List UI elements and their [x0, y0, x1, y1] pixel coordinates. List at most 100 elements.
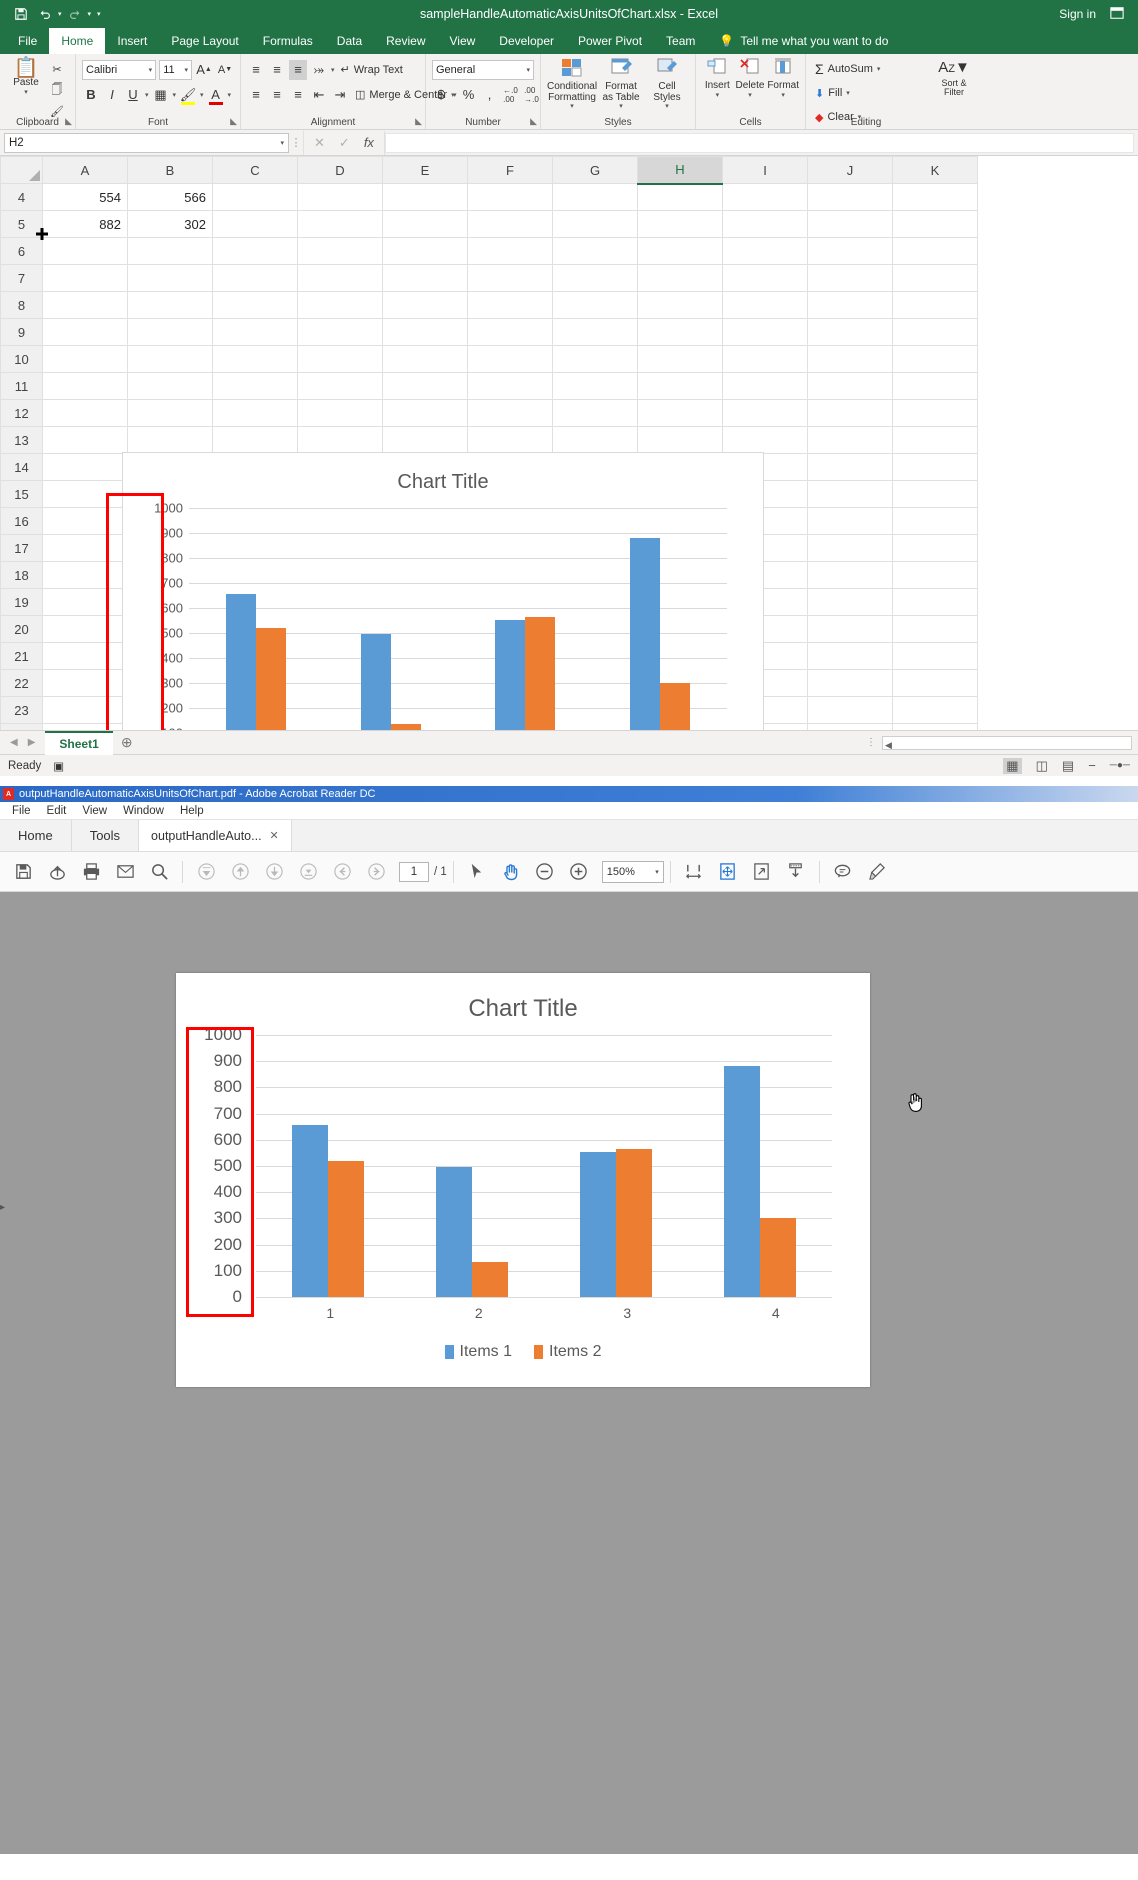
cell-k21[interactable] — [893, 643, 978, 670]
menu-help[interactable]: Help — [172, 805, 212, 817]
cell-b9[interactable] — [128, 319, 213, 346]
hand-tool-icon[interactable] — [494, 857, 528, 887]
page-layout-view-icon[interactable]: ◫ — [1036, 758, 1048, 774]
increase-font-size-icon[interactable]: A▲ — [195, 60, 213, 80]
conditional-formatting-dropdown-icon[interactable]: ▾ — [570, 103, 574, 110]
cell-h10[interactable] — [638, 346, 723, 373]
fit-width-icon[interactable] — [677, 857, 711, 887]
cell-g13[interactable] — [553, 427, 638, 454]
sheet-tab-sheet1[interactable]: Sheet1 — [45, 731, 112, 755]
save-icon[interactable] — [10, 3, 32, 25]
menu-edit[interactable]: Edit — [39, 805, 75, 817]
format-as-table-button[interactable]: Format as Table ▾ — [599, 57, 643, 110]
legend-item[interactable]: Items 2 — [534, 1343, 601, 1361]
row-header-19[interactable]: 19 — [1, 589, 43, 616]
column-header-g[interactable]: G — [553, 157, 638, 184]
cell-f7[interactable] — [468, 265, 553, 292]
comment-icon[interactable] — [826, 857, 860, 887]
increase-indent-icon[interactable]: ⇥ — [331, 85, 349, 105]
cell-e7[interactable] — [383, 265, 468, 292]
cell-k13[interactable] — [893, 427, 978, 454]
bar-items-1-2[interactable] — [436, 1167, 472, 1297]
cell-h8[interactable] — [638, 292, 723, 319]
zoom-slider[interactable]: ─●─ — [1110, 760, 1130, 771]
currency-icon[interactable]: $ — [432, 85, 450, 105]
cell-d5[interactable] — [298, 211, 383, 238]
column-header-h[interactable]: H — [638, 157, 723, 184]
row-header-17[interactable]: 17 — [1, 535, 43, 562]
cell-j23[interactable] — [808, 697, 893, 724]
cell-e8[interactable] — [383, 292, 468, 319]
cell-a16[interactable] — [43, 508, 128, 535]
borders-dropdown-icon[interactable]: ▾ — [173, 91, 177, 99]
chevron-down-icon[interactable]: ▾ — [280, 139, 284, 147]
scroll-mode-icon[interactable] — [779, 857, 813, 887]
font-dialog-launcher[interactable]: ◣ — [230, 116, 237, 127]
ribbon-tab-file[interactable]: File — [6, 28, 49, 54]
customize-qat-icon[interactable]: ▾ — [97, 10, 101, 18]
cell-d11[interactable] — [298, 373, 383, 400]
autosum-dropdown-icon[interactable]: ▾ — [877, 65, 881, 73]
cell-e4[interactable] — [383, 184, 468, 211]
row-header-16[interactable]: 16 — [1, 508, 43, 535]
upload-cloud-icon[interactable] — [40, 857, 74, 887]
cell-k18[interactable] — [893, 562, 978, 589]
cell-j16[interactable] — [808, 508, 893, 535]
cell-a14[interactable] — [43, 454, 128, 481]
cell-k15[interactable] — [893, 481, 978, 508]
cell-i11[interactable] — [723, 373, 808, 400]
cell-styles-button[interactable]: Cell Styles ▾ — [645, 57, 689, 110]
cell-f4[interactable] — [468, 184, 553, 211]
decrease-decimal-icon[interactable]: .00→.0 — [523, 85, 541, 105]
cell-j14[interactable] — [808, 454, 893, 481]
cell-g11[interactable] — [553, 373, 638, 400]
orientation-dropdown-icon[interactable]: ▾ — [331, 66, 335, 74]
cell-k10[interactable] — [893, 346, 978, 373]
cell-a11[interactable] — [43, 373, 128, 400]
insert-cells-button[interactable]: Insert ▾ — [702, 57, 733, 99]
fill-color-dropdown-icon[interactable]: ▾ — [200, 91, 204, 99]
cell-h6[interactable] — [638, 238, 723, 265]
cell-c7[interactable] — [213, 265, 298, 292]
cell-f12[interactable] — [468, 400, 553, 427]
cell-j24[interactable] — [808, 724, 893, 731]
row-header-21[interactable]: 21 — [1, 643, 43, 670]
cell-c11[interactable] — [213, 373, 298, 400]
alignment-dialog-launcher[interactable]: ◣ — [415, 116, 422, 127]
cell-h12[interactable] — [638, 400, 723, 427]
number-format-select[interactable]: General▾ — [432, 60, 534, 80]
highlight-icon[interactable] — [860, 857, 894, 887]
cell-e6[interactable] — [383, 238, 468, 265]
tab-document[interactable]: outputHandleAuto... ✕ — [139, 820, 292, 851]
font-name-select[interactable]: Calibri▾ — [82, 60, 156, 80]
normal-view-icon[interactable]: ▦ — [1003, 758, 1021, 774]
cell-a24[interactable] — [43, 724, 128, 731]
redo-dropdown-icon[interactable]: ▾ — [88, 10, 92, 18]
row-header-13[interactable]: 13 — [1, 427, 43, 454]
cell-j20[interactable] — [808, 616, 893, 643]
cell-j19[interactable] — [808, 589, 893, 616]
column-header-a[interactable]: A — [43, 157, 128, 184]
cell-a9[interactable] — [43, 319, 128, 346]
first-page-icon[interactable] — [189, 857, 223, 887]
cell-a6[interactable] — [43, 238, 128, 265]
zoom-level-select[interactable]: 150% ▾ — [602, 861, 664, 883]
format-table-dropdown-icon[interactable]: ▾ — [619, 103, 623, 110]
worksheet-grid[interactable]: A B C D E F G H I J K 4 554 566 — [0, 156, 1138, 730]
ribbon-display-options-icon[interactable] — [1110, 6, 1124, 23]
cell-j5[interactable] — [808, 211, 893, 238]
cell-d12[interactable] — [298, 400, 383, 427]
cell-a18[interactable] — [43, 562, 128, 589]
row-header-4[interactable]: 4 — [1, 184, 43, 211]
cell-a22[interactable] — [43, 670, 128, 697]
cell-i10[interactable] — [723, 346, 808, 373]
cell-j9[interactable] — [808, 319, 893, 346]
align-top-icon[interactable]: ≡ — [247, 60, 265, 80]
cell-j21[interactable] — [808, 643, 893, 670]
cut-icon[interactable]: ✂ — [48, 59, 66, 79]
ribbon-tab-team[interactable]: Team — [654, 28, 707, 54]
borders-icon[interactable]: ▦ — [152, 85, 170, 105]
cell-styles-dropdown-icon[interactable]: ▾ — [665, 103, 669, 110]
bar-items-1-3[interactable] — [495, 620, 525, 731]
bar-items-2-2[interactable] — [391, 724, 421, 730]
